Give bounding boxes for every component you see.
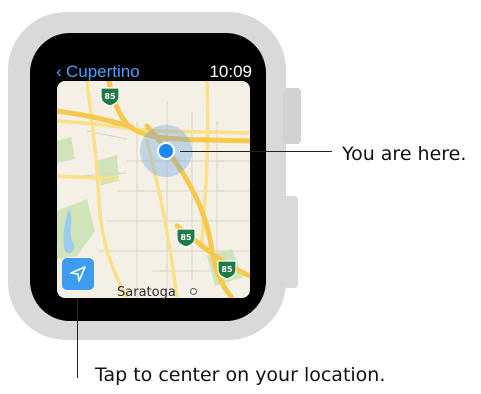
place-marker-dot — [190, 288, 197, 295]
highway-shield-number: 85 — [180, 233, 192, 242]
side-button[interactable] — [284, 196, 298, 288]
highway-shield: 85 — [99, 87, 121, 107]
callout-you-are-here: You are here. — [342, 143, 467, 165]
park-area — [57, 199, 95, 259]
highway-shield: 85 — [175, 228, 197, 248]
map-place-label: Saratoga — [117, 285, 176, 300]
callout-leader-line — [77, 298, 78, 378]
park-area — [57, 137, 75, 163]
locate-button[interactable] — [62, 258, 94, 290]
back-button-label[interactable]: Cupertino — [66, 62, 140, 82]
callout-leader-line — [180, 151, 332, 152]
chevron-left-icon[interactable]: ‹ — [56, 62, 62, 82]
digital-crown[interactable] — [283, 88, 301, 144]
clock-time: 10:09 — [209, 62, 252, 81]
highway-shield-number: 85 — [221, 265, 233, 274]
callout-tap-to-center: Tap to center on your location. — [95, 364, 386, 386]
highway-shield: 85 — [216, 260, 238, 280]
current-location-icon — [157, 142, 175, 160]
highway-shield-number: 85 — [104, 92, 116, 101]
location-arrow-icon — [70, 266, 86, 282]
